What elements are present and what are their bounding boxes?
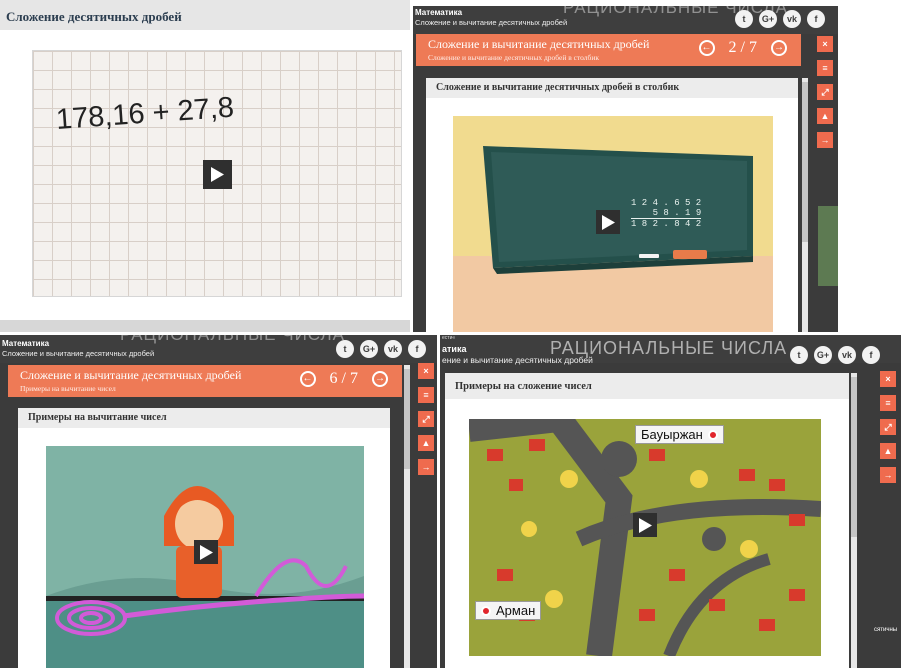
side-toolbar: × ≡ ⤢ ▲ → — [817, 36, 833, 148]
slide-title: Примеры на сложение чисел — [445, 373, 849, 399]
side-toolbar: × ≡ ⤢ ▲ → — [418, 363, 434, 475]
lesson-label: ение и вычитание десятичных дробей — [442, 355, 593, 365]
warning-icon[interactable]: ▲ — [817, 108, 833, 124]
menu-icon[interactable]: ≡ — [817, 60, 833, 76]
scrollbar[interactable] — [404, 365, 410, 668]
scrollbar[interactable] — [851, 373, 857, 668]
screenshot-collage: Сложение десятичных дробей 178,16 + 27,8… — [0, 0, 901, 668]
menu-icon[interactable]: ≡ — [418, 387, 434, 403]
lesson-header-title: Сложение и вычитание десятичных дробей — [428, 37, 650, 51]
lesson-label: Сложение и вычитание десятичных дробей — [2, 349, 155, 358]
play-button[interactable] — [596, 210, 620, 234]
board-row-1: 1 2 4 . 6 5 2 — [631, 198, 702, 208]
side-toolbar: × ≡ ⤢ ▲ → — [880, 371, 896, 483]
map-label-a: Бауыржан — [635, 425, 724, 444]
slide-card: Примеры на сложение чисел Бауыржан Арман — [445, 373, 849, 668]
lesson-panel-map: ести« РАЦИОНАЛЬНЫЕ ЧИСЛА атика ение и вы… — [440, 335, 901, 668]
background-scenery — [818, 206, 838, 286]
fullscreen-icon[interactable]: ⤢ — [817, 84, 833, 100]
video-panel-addition: Сложение десятичных дробей 178,16 + 27,8 — [0, 0, 410, 332]
play-icon — [211, 167, 224, 182]
close-icon[interactable]: × — [418, 363, 434, 379]
vk-icon[interactable]: vk — [783, 10, 801, 28]
twitter-icon[interactable]: t — [790, 346, 808, 364]
prev-arrow-icon[interactable]: ← — [698, 40, 715, 56]
social-buttons: t G+ vk f — [735, 10, 825, 28]
play-button[interactable] — [194, 540, 218, 564]
top-bar: РАЦИОНАЛЬНЫЕ ЧИСЛА Математика Сложение и… — [413, 6, 838, 34]
vk-icon[interactable]: vk — [384, 340, 402, 358]
slide-nav: ← 2 / 7 → — [698, 39, 787, 57]
slide-title: Сложение и вычитание десятичных дробей в… — [426, 78, 798, 98]
slide-title: Примеры на вычитание чисел — [18, 408, 390, 428]
fullscreen-icon[interactable]: ⤢ — [880, 419, 896, 435]
map-label-b: Арман — [475, 601, 542, 620]
scrollbar-thumb[interactable] — [802, 82, 808, 242]
scrollbar-thumb[interactable] — [851, 377, 857, 537]
facebook-icon[interactable]: f — [862, 346, 880, 364]
twitter-icon[interactable]: t — [735, 10, 753, 28]
top-bar: ести« РАЦИОНАЛЬНЫЕ ЧИСЛА атика ение и вы… — [440, 335, 901, 365]
subject-label: Математика — [415, 8, 463, 17]
bottom-bar — [0, 320, 410, 332]
lesson-label: Сложение и вычитание десятичных дробей — [415, 18, 568, 27]
lesson-header: Сложение и вычитание десятичных дробей С… — [416, 34, 801, 66]
scrollbar-thumb[interactable] — [404, 369, 410, 469]
google-plus-icon[interactable]: G+ — [759, 10, 777, 28]
map-label-b-text: Арман — [496, 603, 536, 618]
lesson-header: Сложение и вычитание десятичных дробей П… — [8, 365, 402, 397]
scrollbar[interactable] — [802, 78, 808, 332]
next-icon[interactable]: → — [880, 467, 896, 483]
fullscreen-icon[interactable]: ⤢ — [418, 411, 434, 427]
facebook-icon[interactable]: f — [807, 10, 825, 28]
section-title-ghost: РАЦИОНАЛЬНЫЕ ЧИСЛА — [120, 335, 345, 345]
next-arrow-icon[interactable]: → — [771, 40, 787, 56]
social-buttons: t G+ vk f — [336, 340, 426, 358]
map-label-a-text: Бауыржан — [641, 427, 703, 442]
lesson-header-subtitle: Сложение и вычитание десятичных дробей в… — [428, 53, 600, 62]
slide-card: Примеры на вычитание чисел — [18, 408, 390, 668]
social-buttons: t G+ vk f — [790, 346, 880, 364]
twitter-icon[interactable]: t — [336, 340, 354, 358]
video-player[interactable] — [469, 419, 821, 656]
location-pin-icon — [707, 429, 718, 440]
slide-counter: 6 / 7 — [329, 370, 358, 387]
next-icon[interactable]: → — [418, 459, 434, 475]
next-arrow-icon[interactable]: → — [372, 371, 388, 387]
chalkboard-sum: 1 2 4 . 6 5 2 5 8 . 1 9 1 8 2 . 8 4 2 — [631, 198, 702, 229]
lesson-header-title: Сложение и вычитание десятичных дробей — [20, 368, 242, 382]
slide-card: Сложение и вычитание десятичных дробей в… — [426, 78, 798, 332]
side-text: сятичны — [874, 627, 898, 633]
subject-label: Математика — [2, 339, 50, 348]
facebook-icon[interactable]: f — [408, 340, 426, 358]
warning-icon[interactable]: ▲ — [880, 443, 896, 459]
play-icon — [638, 517, 652, 533]
board-row-2: 5 8 . 1 9 — [652, 208, 702, 218]
top-bar: РАЦИОНАЛЬНЫЕ ЧИСЛА Математика Сложение и… — [0, 335, 437, 363]
play-icon — [199, 544, 213, 560]
close-icon[interactable]: × — [880, 371, 896, 387]
google-plus-icon[interactable]: G+ — [360, 340, 378, 358]
google-plus-icon[interactable]: G+ — [814, 346, 832, 364]
lesson-header-subtitle: Примеры на вычитание чисел — [20, 384, 116, 393]
board-row-3: 1 8 2 . 8 4 2 — [631, 218, 702, 229]
vk-icon[interactable]: vk — [838, 346, 856, 364]
slide-counter: 2 / 7 — [728, 39, 757, 56]
subject-label: атика — [442, 344, 467, 354]
warning-icon[interactable]: ▲ — [418, 435, 434, 451]
prev-arrow-icon[interactable]: ← — [299, 371, 316, 387]
play-button[interactable] — [633, 513, 657, 537]
next-icon[interactable]: → — [817, 132, 833, 148]
lesson-panel-chalkboard: РАЦИОНАЛЬНЫЕ ЧИСЛА Математика Сложение и… — [413, 6, 838, 332]
lesson-panel-subtraction: РАЦИОНАЛЬНЫЕ ЧИСЛА Математика Сложение и… — [0, 335, 437, 668]
close-icon[interactable]: × — [817, 36, 833, 52]
panel-title: Сложение десятичных дробей — [0, 0, 410, 30]
tiny-label: ести« — [442, 335, 456, 341]
location-pin-icon — [481, 605, 491, 616]
menu-icon[interactable]: ≡ — [880, 395, 896, 411]
slide-nav: ← 6 / 7 → — [299, 370, 388, 388]
play-icon — [601, 214, 615, 230]
play-button[interactable] — [203, 160, 232, 189]
